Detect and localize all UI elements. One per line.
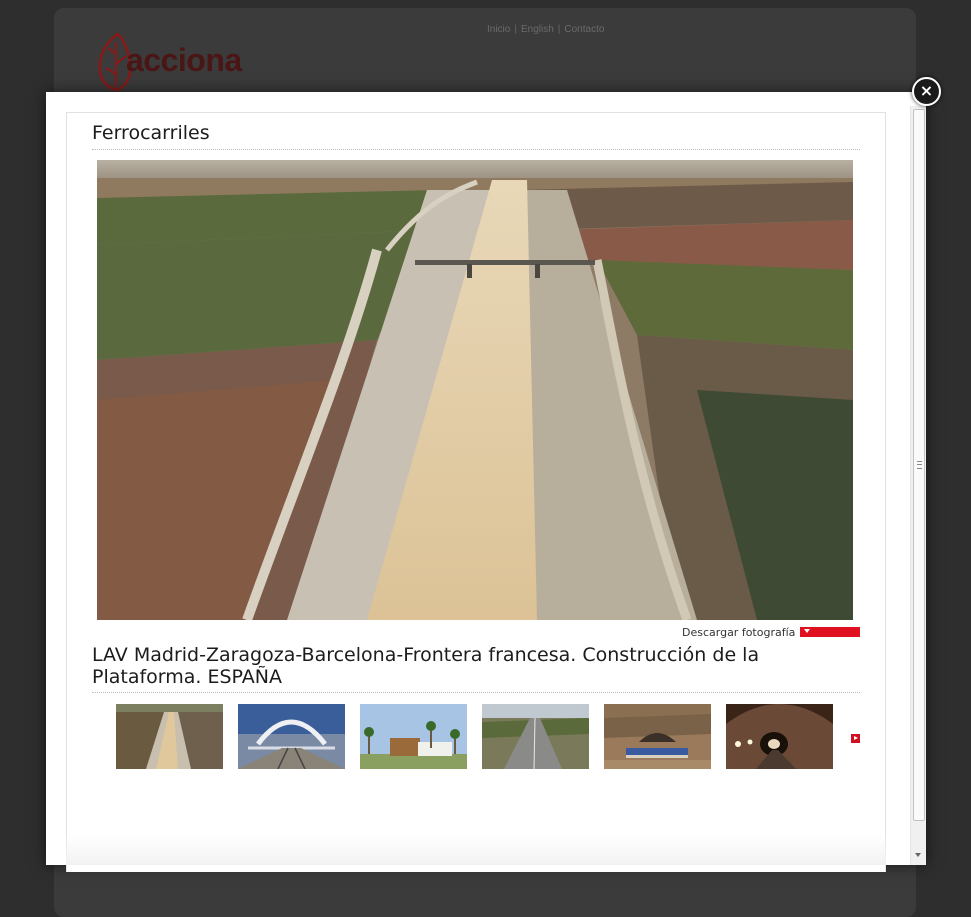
thumbnail-highway[interactable] <box>482 704 589 769</box>
section-title: Ferrocarriles <box>92 122 210 144</box>
thumbnail-building[interactable] <box>360 704 467 769</box>
photo-lightbox: Ferrocarriles Descargar fotografía LAV M… <box>46 92 926 872</box>
close-icon: × <box>919 81 934 100</box>
download-photo-button[interactable] <box>800 627 860 637</box>
thumbnail-construction-site[interactable] <box>604 704 711 769</box>
thumbnail-image <box>238 704 345 769</box>
thumbnail-strip <box>116 704 856 769</box>
thumbnail-image <box>116 704 223 769</box>
nav-separator: | <box>514 24 517 35</box>
main-photo <box>97 160 853 620</box>
thumbnail-image <box>482 704 589 769</box>
scroll-grip-icon <box>917 461 922 469</box>
caption-divider <box>92 692 860 693</box>
download-photo-label[interactable]: Descargar fotografía <box>682 626 795 639</box>
thumbnail-arched-bridge[interactable] <box>238 704 345 769</box>
nav-link-english[interactable]: English <box>521 24 554 35</box>
thumbnail-image <box>726 704 833 769</box>
logo-wordmark: acciona <box>126 42 242 78</box>
photo-caption: LAV Madrid-Zaragoza-Barcelona-Frontera f… <box>92 644 812 688</box>
close-button[interactable]: × <box>912 77 941 106</box>
title-divider <box>92 149 860 150</box>
scroll-down-arrow-icon[interactable] <box>915 853 921 857</box>
modal-scrollbar[interactable] <box>910 106 926 865</box>
nav-separator: | <box>557 24 561 35</box>
thumbnail-image <box>360 704 467 769</box>
content-fade <box>66 835 886 865</box>
thumbnail-image <box>604 704 711 769</box>
nav-link-contacto[interactable]: Contacto <box>564 24 604 35</box>
thumbnail-tunnel[interactable] <box>726 704 833 769</box>
top-nav: Inicio | English | Contacto <box>487 24 604 35</box>
caption-line-2: Plataforma. ESPAÑA <box>92 666 283 688</box>
nav-link-inicio[interactable]: Inicio <box>487 24 510 35</box>
download-icon <box>804 629 810 633</box>
scroll-thumb[interactable] <box>913 109 925 821</box>
next-thumbnails-button[interactable] <box>851 734 860 743</box>
thumbnail-railway-cutting[interactable] <box>116 704 223 769</box>
acciona-logo[interactable]: acciona Ingeniería <box>96 32 256 92</box>
logo-subtitle: Ingeniería <box>192 78 240 89</box>
railway-aerial-photo <box>97 160 853 620</box>
caption-line-1: LAV Madrid-Zaragoza-Barcelona-Frontera f… <box>92 644 760 666</box>
